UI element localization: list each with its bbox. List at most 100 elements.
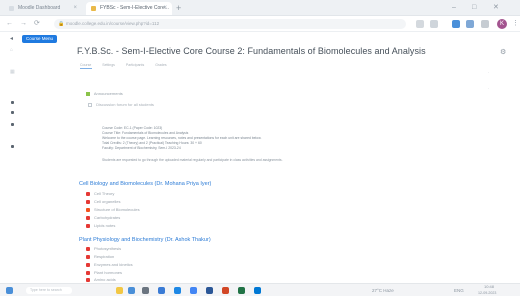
close-tab-icon[interactable]: × bbox=[73, 2, 77, 15]
extension-icon[interactable] bbox=[452, 20, 460, 28]
rail-dot[interactable] bbox=[11, 101, 14, 104]
extension-icon[interactable] bbox=[466, 20, 474, 28]
item-label: Structure of Biomolecules bbox=[94, 207, 140, 212]
extension-icon[interactable] bbox=[430, 20, 438, 28]
pdf-icon bbox=[86, 254, 90, 259]
windows-start-icon[interactable] bbox=[6, 287, 13, 294]
word-icon[interactable] bbox=[206, 287, 213, 294]
course-subnav: Course Settings Participants Grades bbox=[80, 63, 177, 69]
announcements-link[interactable]: Announcements bbox=[86, 91, 123, 96]
item-label: Enzymes and kinetics bbox=[94, 262, 133, 267]
browser-tab-bar: Moodle Dashboard × FYBSc - Sem-I-Electiv… bbox=[0, 0, 520, 16]
excel-icon[interactable] bbox=[238, 287, 245, 294]
right-marker: · bbox=[488, 86, 490, 91]
avatar[interactable]: K bbox=[497, 19, 507, 29]
presentation-icon bbox=[86, 207, 90, 212]
rail-dot[interactable] bbox=[11, 145, 14, 148]
edge-icon[interactable] bbox=[158, 287, 165, 294]
tab-label: FYBSc - Sem-I-Elective Core... bbox=[100, 5, 169, 11]
list-item[interactable]: Lipids notes bbox=[86, 223, 115, 229]
rail-dot[interactable] bbox=[11, 111, 14, 114]
app-icon[interactable] bbox=[128, 287, 135, 294]
puzzle-icon[interactable] bbox=[481, 20, 489, 28]
section-title[interactable]: Cell Biology and Biomolecules (Dr. Mohan… bbox=[79, 181, 211, 187]
item-label: Carbohydrates bbox=[94, 215, 121, 220]
forum-label: Discussion forum for all students bbox=[96, 102, 154, 107]
list-item[interactable]: Cell Theory bbox=[86, 191, 114, 197]
forward-icon[interactable]: → bbox=[20, 19, 27, 29]
close-tab-icon[interactable]: × bbox=[163, 2, 167, 15]
close-window-button[interactable]: ✕ bbox=[493, 2, 499, 14]
left-rail: ⌂ ▦ bbox=[0, 33, 30, 283]
pdf-icon bbox=[86, 223, 90, 228]
list-item[interactable]: Photosynthesis bbox=[86, 246, 121, 252]
clock-date[interactable]: 12-09-2023 bbox=[478, 290, 496, 296]
search-icon[interactable] bbox=[142, 287, 149, 294]
list-item[interactable]: Structure of Biomolecules bbox=[86, 207, 140, 213]
section-title[interactable]: Plant Physiology and Biochemistry (Dr. A… bbox=[79, 237, 211, 243]
list-item[interactable]: Plant hormones bbox=[86, 270, 122, 276]
new-tab-button[interactable]: + bbox=[176, 2, 181, 14]
store-icon[interactable] bbox=[174, 287, 181, 294]
star-icon[interactable] bbox=[416, 20, 424, 28]
item-label: Cell Theory bbox=[94, 191, 115, 196]
subnav-course[interactable]: Course bbox=[80, 63, 91, 67]
powerpoint-icon[interactable] bbox=[222, 287, 229, 294]
file-explorer-icon[interactable] bbox=[116, 287, 123, 294]
item-label: Lipids notes bbox=[94, 223, 116, 228]
forum-link[interactable]: Discussion forum for all students bbox=[88, 102, 154, 107]
item-label: Amino acids bbox=[94, 277, 116, 282]
rail-icon[interactable]: ⌂ bbox=[10, 47, 13, 53]
item-label: Photosynthesis bbox=[94, 246, 122, 251]
item-label: Cell organelles bbox=[94, 199, 121, 204]
language-indicator[interactable]: ENG bbox=[454, 286, 464, 295]
browser-tab-course[interactable]: FYBSc - Sem-I-Elective Core... × bbox=[86, 2, 172, 15]
list-item[interactable]: Cell organelles bbox=[86, 199, 120, 205]
description-line: Faculty: Department of Biochemistry, Sem… bbox=[102, 146, 181, 150]
announcements-label: Announcements bbox=[93, 91, 123, 96]
reload-icon[interactable]: ⟳ bbox=[34, 19, 40, 29]
minimize-button[interactable]: – bbox=[452, 2, 456, 14]
subnav-grades[interactable]: Grades bbox=[155, 63, 166, 67]
forum-icon bbox=[88, 102, 92, 107]
url-field[interactable]: 🔒 moodle.college.edu.in/course/view.php?… bbox=[54, 19, 406, 29]
active-tab-underline bbox=[80, 68, 92, 69]
course-description: Course Code: EC-1 (Paper Code: 1023) Cou… bbox=[102, 126, 402, 151]
taskbar: Type here to search 27°C Haze ENG 10:48 … bbox=[0, 283, 520, 296]
pdf-icon bbox=[86, 270, 90, 275]
pdf-icon bbox=[86, 199, 90, 204]
right-marker: · bbox=[488, 70, 490, 75]
gear-icon[interactable]: ⚙ bbox=[500, 48, 506, 56]
announcement-icon bbox=[86, 91, 90, 96]
url-text: moodle.college.edu.in/course/view.php?id… bbox=[66, 21, 160, 26]
back-icon[interactable]: ← bbox=[6, 19, 13, 29]
pdf-icon bbox=[86, 277, 90, 282]
address-bar-row: ← → ⟳ 🔒 moodle.college.edu.in/course/vie… bbox=[0, 16, 520, 32]
list-item[interactable]: Respiration bbox=[86, 254, 114, 260]
pdf-icon bbox=[86, 246, 90, 251]
taskbar-search-input[interactable]: Type here to search bbox=[26, 287, 72, 294]
favicon-icon bbox=[91, 6, 96, 11]
subnav-participants[interactable]: Participants bbox=[126, 63, 144, 67]
chrome-icon[interactable] bbox=[190, 287, 197, 294]
list-item[interactable]: Enzymes and kinetics bbox=[86, 262, 133, 268]
item-label: Plant hormones bbox=[94, 270, 123, 275]
menu-icon[interactable]: ⋮ bbox=[512, 19, 519, 29]
favicon-icon bbox=[9, 6, 14, 11]
maximize-button[interactable]: □ bbox=[472, 2, 476, 14]
rail-icon[interactable]: ▦ bbox=[10, 69, 15, 75]
tab-label: Moodle Dashboard bbox=[18, 5, 61, 11]
pdf-icon bbox=[86, 262, 90, 267]
course-note: Students are requested to go through the… bbox=[102, 158, 283, 162]
page-title: F.Y.B.Sc. - Sem-I-Elective Core Course 2… bbox=[77, 46, 426, 56]
weather-text[interactable]: 27°C Haze bbox=[372, 286, 394, 295]
pdf-icon bbox=[86, 215, 90, 220]
browser-tab-dashboard[interactable]: Moodle Dashboard × bbox=[4, 2, 82, 15]
rail-dot[interactable] bbox=[11, 123, 14, 126]
item-label: Respiration bbox=[94, 254, 115, 259]
pdf-icon bbox=[86, 191, 90, 196]
subnav-settings[interactable]: Settings bbox=[102, 63, 115, 67]
list-item[interactable]: Carbohydrates bbox=[86, 215, 120, 221]
lock-icon: 🔒 bbox=[58, 21, 65, 27]
outlook-icon[interactable] bbox=[254, 287, 261, 294]
